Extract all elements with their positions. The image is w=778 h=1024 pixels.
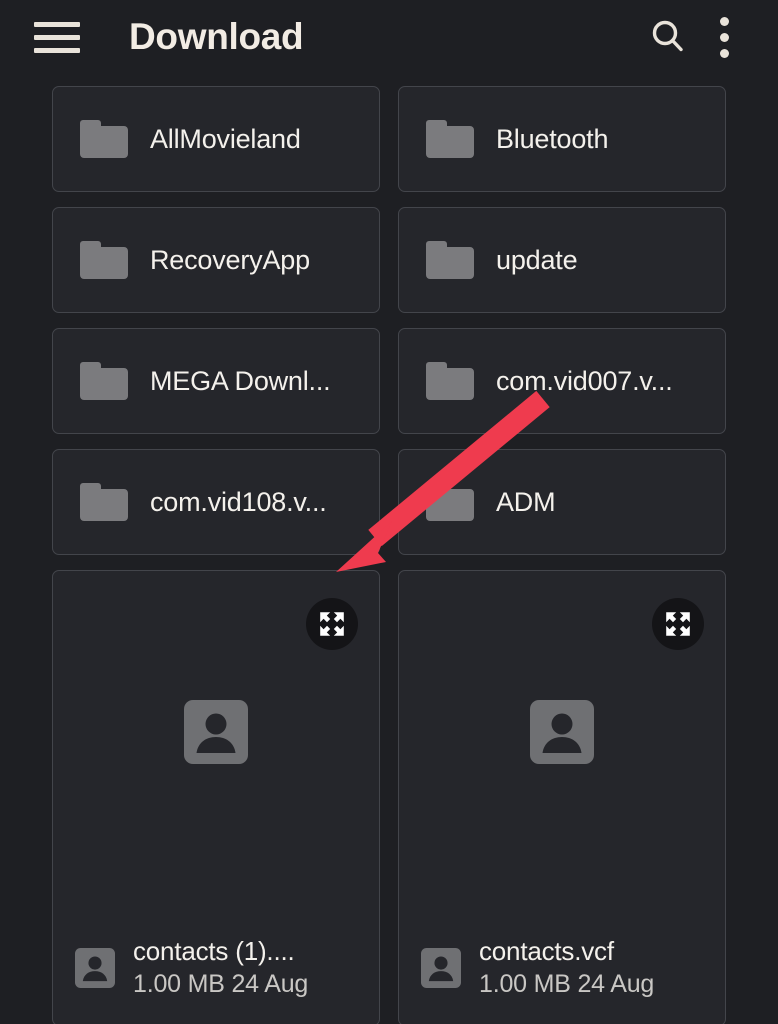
folder-icon: [80, 120, 128, 158]
folder-label: update: [496, 244, 578, 275]
folder-body: [426, 247, 474, 279]
folder-label: AllMovieland: [150, 123, 301, 154]
folder-label: Bluetooth: [496, 123, 609, 154]
file-subtitle: 1.00 MB 24 Aug: [479, 969, 655, 998]
folder-card[interactable]: AllMovieland: [52, 86, 380, 192]
overflow-dot: [719, 16, 729, 26]
page-title: Download: [129, 16, 304, 57]
file-meta: contacts (1).... 1.00 MB 24 Aug: [53, 937, 379, 1024]
folder-icon: [80, 362, 128, 400]
hamburger-menu-icon[interactable]: [34, 20, 80, 54]
folder-body: [80, 368, 128, 400]
folder-label: com.vid108.v...: [150, 486, 327, 517]
folder-icon: [426, 241, 474, 279]
file-name: contacts (1)....: [133, 936, 295, 966]
app-bar: Download: [0, 0, 778, 74]
folder-card[interactable]: update: [398, 207, 726, 313]
folder-body: [80, 247, 128, 279]
file-subtitle: 1.00 MB 24 Aug: [133, 969, 309, 998]
folder-card[interactable]: RecoveryApp: [52, 207, 380, 313]
expand-fullscreen-icon[interactable]: [652, 598, 704, 650]
file-thumbnail-area: [53, 571, 379, 937]
file-meta-text: contacts (1).... 1.00 MB 24 Aug: [133, 937, 308, 999]
file-meta: contacts.vcf 1.00 MB 24 Aug: [399, 937, 725, 1024]
overflow-dot: [719, 32, 729, 42]
folder-icon: [426, 483, 474, 521]
file-manager-screen: Download AllMovieland Bluetooth Recovery…: [0, 0, 778, 1024]
hamburger-bar: [34, 21, 80, 27]
folder-card[interactable]: ADM: [398, 449, 726, 555]
contact-file-icon: [75, 947, 115, 988]
folder-label: RecoveryApp: [150, 244, 310, 275]
folder-icon: [426, 120, 474, 158]
contact-placeholder-icon: [184, 699, 248, 764]
hamburger-bar: [34, 47, 80, 53]
expand-fullscreen-icon[interactable]: [306, 598, 358, 650]
folder-icon: [80, 483, 128, 521]
folder-body: [80, 489, 128, 521]
folder-card[interactable]: MEGA Downl...: [52, 328, 380, 434]
folder-label: ADM: [496, 486, 556, 517]
file-meta-text: contacts.vcf 1.00 MB 24 Aug: [479, 937, 654, 999]
hamburger-bar: [34, 34, 80, 40]
folder-card[interactable]: com.vid007.v...: [398, 328, 726, 434]
folder-body: [80, 126, 128, 158]
more-vertical-icon[interactable]: [696, 9, 752, 65]
folder-body: [426, 368, 474, 400]
folder-label: com.vid007.v...: [496, 365, 673, 396]
folder-body: [426, 489, 474, 521]
folder-label: MEGA Downl...: [150, 365, 331, 396]
file-thumbnail-area: [399, 571, 725, 937]
file-card[interactable]: contacts.vcf 1.00 MB 24 Aug: [398, 570, 726, 1024]
folder-card[interactable]: com.vid108.v...: [52, 449, 380, 555]
contact-file-icon: [421, 947, 461, 988]
folder-icon: [80, 241, 128, 279]
file-card[interactable]: contacts (1).... 1.00 MB 24 Aug: [52, 570, 380, 1024]
folder-card[interactable]: Bluetooth: [398, 86, 726, 192]
file-name: contacts.vcf: [479, 936, 614, 966]
overflow-dots: [719, 16, 729, 58]
search-icon[interactable]: [640, 9, 696, 65]
folder-body: [426, 126, 474, 158]
folder-icon: [426, 362, 474, 400]
contact-placeholder-icon: [530, 699, 594, 764]
overflow-dot: [719, 48, 729, 58]
file-grid: AllMovieland Bluetooth RecoveryApp updat…: [0, 74, 778, 1024]
